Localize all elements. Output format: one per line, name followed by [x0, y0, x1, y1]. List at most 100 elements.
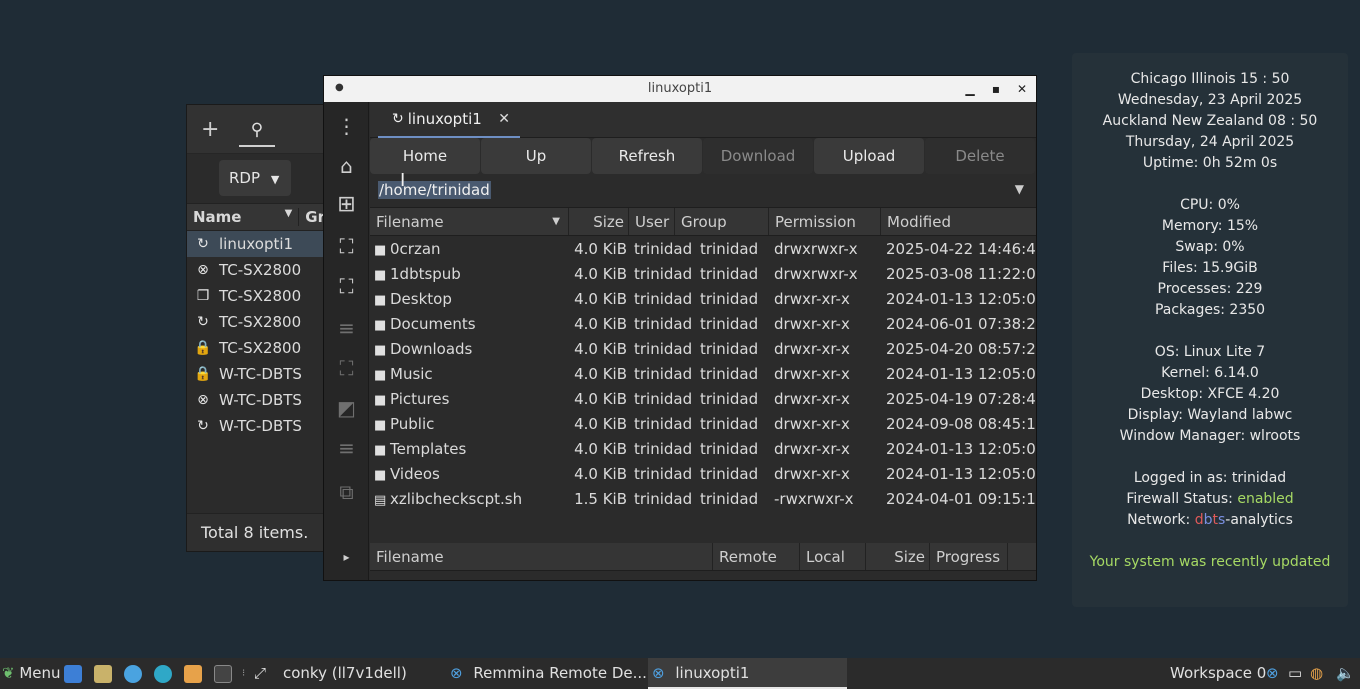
display-info: Display: Wayland labwc — [1127, 407, 1293, 423]
connection-row[interactable]: ⊗ W-TC-DBTS — [187, 387, 325, 413]
connection-name: TC-SX2800 — [219, 339, 302, 357]
update-tray-icon[interactable]: ◍ — [1310, 658, 1323, 689]
connection-row[interactable]: ❐ TC-SX2800 — [187, 283, 325, 309]
transfer-col-progress[interactable]: Progress — [930, 543, 1008, 570]
transfer-col-size[interactable]: Size — [866, 543, 930, 570]
file-row[interactable]: ■ Public 4.0 KiB trinidad trinidad drwxr-xr-x… — [370, 411, 1036, 436]
delete-button[interactable]: Delete — [925, 138, 1035, 174]
file-user: trinidad — [634, 289, 693, 308]
file-modified: 2025-04-22 14:46:45 — [886, 239, 1036, 258]
path-input[interactable]: /home/trinidad — [378, 181, 491, 199]
edge-launcher[interactable] — [154, 658, 172, 689]
transfer-col-filename[interactable]: Filename — [370, 543, 713, 570]
file-name: 0crzan — [390, 239, 441, 258]
remmina-tray-icon[interactable]: ⊗ — [1266, 658, 1279, 689]
transfer-col-remote[interactable]: Remote — [713, 543, 800, 570]
workspace-switcher[interactable]: Workspace 0 — [1170, 658, 1266, 689]
file-name: Pictures — [390, 389, 450, 408]
file-size: 4.0 KiB — [574, 239, 627, 258]
file-user: trinidad — [634, 439, 693, 458]
file-user: trinidad — [634, 239, 693, 258]
fit-window-icon[interactable]: ⛶ — [324, 234, 369, 258]
file-row[interactable]: ■ Documents 4.0 KiB trinidad trinidad drwxr-x… — [370, 311, 1036, 336]
terminal-launcher[interactable] — [214, 658, 232, 689]
file-row[interactable]: ■ Downloads 4.0 KiB trinidad trinidad drwxr-x… — [370, 336, 1036, 361]
fullscreen-icon[interactable]: ⛶ — [324, 274, 369, 298]
tab-close-icon[interactable]: ✕ — [498, 111, 510, 127]
transfer-table-header: Filename Remote Local Size Progress — [370, 543, 1036, 571]
volume-icon[interactable]: 🔈 — [1336, 658, 1355, 689]
preferences-icon[interactable]: ≡ — [324, 316, 369, 340]
column-header-name[interactable]: Name ▼ — [187, 208, 300, 226]
column-header-group[interactable]: Group — [675, 208, 769, 235]
chevron-down-icon[interactable]: ▼ — [1015, 182, 1024, 196]
file-permission: drwxr-xr-x — [774, 439, 850, 458]
close-icon[interactable]: ✕ — [1012, 79, 1032, 99]
up-button[interactable]: Up — [481, 138, 591, 174]
window-title: linuxopti1 — [647, 81, 713, 96]
transfer-col-local[interactable]: Local — [800, 543, 866, 570]
remmina-main-window[interactable]: + ⚲ RDP ▼ Name ▼ Gr ↻ linuxopti1 ⊗ TC-SX2800… — [186, 104, 326, 552]
task-linuxopti1[interactable]: ⊗ linuxopti1 — [648, 658, 847, 689]
column-header-user[interactable]: User — [629, 208, 675, 235]
add-connection-icon[interactable]: + — [201, 117, 219, 142]
file-row[interactable]: ■ Music 4.0 KiB trinidad trinidad drwxr-xr-x 2… — [370, 361, 1036, 386]
upload-button[interactable]: Upload — [814, 138, 924, 174]
file-group: trinidad — [700, 389, 759, 408]
file-row[interactable]: ■ 1dbtspub 4.0 KiB trinidad trinidad drwxrwxr… — [370, 261, 1036, 286]
file-row[interactable]: ■ Templates 4.0 KiB trinidad trinidad drwxr-x… — [370, 436, 1036, 461]
chevron-right-icon[interactable]: ▸ — [324, 550, 369, 564]
home-button[interactable]: Home — [370, 138, 480, 174]
download-button[interactable]: Download — [703, 138, 813, 174]
search-icon[interactable]: ⚲ — [239, 113, 275, 147]
home-icon[interactable]: ⌂ — [324, 154, 369, 178]
column-header-modified[interactable]: Modified — [881, 208, 1036, 235]
connection-row[interactable]: ↻ W-TC-DBTS — [187, 413, 325, 439]
minimize-icon[interactable]: ▁ — [960, 79, 980, 99]
column-header-filename[interactable]: Filename ▼ — [370, 208, 569, 235]
file-user: trinidad — [634, 389, 693, 408]
column-header-group[interactable]: Gr — [299, 208, 325, 226]
browser-launcher[interactable] — [124, 658, 142, 689]
file-modified: 2024-01-13 12:05:01 — [886, 464, 1036, 483]
file-size: 4.0 KiB — [574, 339, 627, 358]
task-remmina-main[interactable]: ⊗ Remmina Remote De... — [450, 658, 647, 689]
column-header-permission[interactable]: Permission — [769, 208, 881, 235]
files-launcher[interactable] — [94, 658, 112, 689]
multi-monitor-icon[interactable]: ⧉ — [324, 480, 369, 504]
protocol-icon: ↻ — [197, 314, 209, 330]
tools-menu-icon[interactable]: ≡ — [324, 436, 369, 460]
editor-launcher[interactable] — [184, 658, 202, 689]
window-titlebar[interactable]: ● linuxopti1 ▁ ▪ ✕ — [324, 76, 1036, 102]
file-row[interactable]: ■ 0crzan 4.0 KiB trinidad trinidad drwxrwxr-x… — [370, 236, 1036, 261]
file-row[interactable]: ■ Pictures 4.0 KiB trinidad trinidad drwxr-xr… — [370, 386, 1036, 411]
connection-row[interactable]: 🔒 TC-SX2800 — [187, 335, 325, 361]
display-tray-icon[interactable]: ▭ — [1288, 658, 1302, 689]
tab-linuxopti1[interactable]: ↻ linuxopti1 ✕ — [378, 102, 520, 138]
folder-icon: ■ — [374, 467, 387, 483]
file-permission: drwxr-xr-x — [774, 414, 850, 433]
menu-kebab-icon[interactable]: ⋮ — [324, 114, 369, 138]
refresh-button[interactable]: Refresh — [592, 138, 702, 174]
protocol-select[interactable]: RDP ▼ — [219, 160, 291, 196]
file-row[interactable]: ■ Videos 4.0 KiB trinidad trinidad drwxr-xr-x… — [370, 461, 1036, 486]
file-row[interactable]: ■ Desktop 4.0 KiB trinidad trinidad drwxr-xr-… — [370, 286, 1036, 311]
connection-row[interactable]: 🔒 W-TC-DBTS — [187, 361, 325, 387]
maximize-icon[interactable]: ▪ — [986, 79, 1006, 99]
dynamic-resolution-icon[interactable]: ◩ — [324, 396, 369, 420]
expand-icon[interactable]: ⤢ — [254, 658, 266, 689]
connection-row[interactable]: ⊗ TC-SX2800 — [187, 257, 325, 283]
file-row[interactable]: ▤ xzlibcheckscpt.sh 1.5 KiB trinidad trinida… — [370, 486, 1036, 511]
folder-icon: ■ — [374, 267, 387, 283]
new-window-icon[interactable]: ⊞ — [324, 192, 369, 217]
connection-row[interactable]: ↻ TC-SX2800 — [187, 309, 325, 335]
file-manager-launcher[interactable] — [64, 658, 82, 689]
column-header-size[interactable]: Size — [569, 208, 629, 235]
sftp-toolbar: Home Up Refresh Download Upload Delete — [370, 138, 1036, 174]
scale-icon[interactable]: ⛶ — [324, 356, 369, 380]
folder-icon: ■ — [374, 317, 387, 333]
file-name: Downloads — [390, 339, 473, 358]
menu-button[interactable]: ❦ Menu — [2, 658, 61, 689]
connection-row[interactable]: ↻ linuxopti1 — [187, 231, 325, 257]
task-conky[interactable]: conky (ll7v1dell) — [283, 658, 407, 689]
